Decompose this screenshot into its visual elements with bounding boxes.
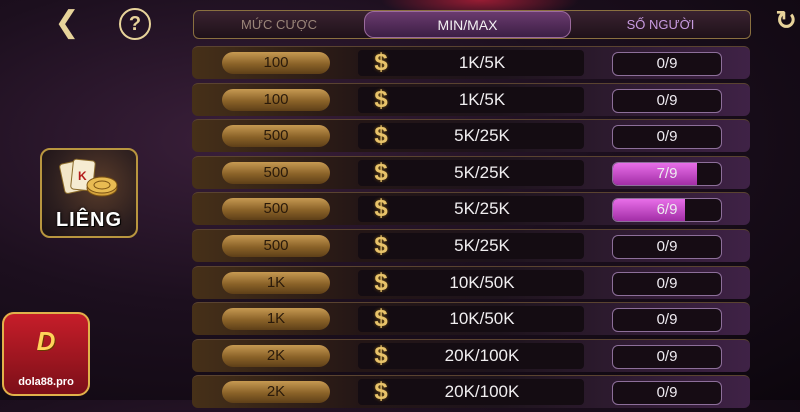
room-row[interactable]: 100 $ 1K/5K 0/9 (192, 82, 750, 116)
dollar-icon: $ (374, 231, 388, 259)
room-list: 100 $ 1K/5K 0/9 100 $ 1K/5K 0/9 500 $ 5K… (192, 46, 750, 412)
brand-logo: D dola88.pro (2, 312, 90, 396)
bet-amount: 500 (222, 234, 330, 257)
player-count: 0/9 (612, 125, 722, 150)
min-max-range: 1K/5K (458, 53, 506, 72)
dollar-icon: $ (374, 341, 388, 369)
chevron-left-icon: ❮ (54, 5, 80, 40)
bet-amount: 100 (222, 52, 330, 74)
room-row[interactable]: 500 $ 5K/25K 6/9 (192, 192, 750, 226)
bet-amount: 2K (222, 344, 330, 367)
player-count: 0/9 (612, 88, 722, 113)
bet-amount: 2K (222, 381, 330, 404)
player-count-text: 7/9 (656, 164, 678, 182)
player-count-text: 0/9 (656, 91, 678, 109)
player-count: 0/9 (612, 344, 722, 369)
room-row[interactable]: 100 $ 1K/5K 0/9 (192, 46, 750, 79)
room-row[interactable]: 500 $ 5K/25K 0/9 (192, 119, 750, 153)
dollar-icon: $ (374, 268, 388, 296)
dollar-icon: $ (374, 49, 388, 76)
table-header: MỨC CƯỢC MIN/MAX SỐ NGƯỜI (193, 10, 751, 39)
dollar-icon: $ (374, 158, 388, 186)
min-max-range: 5K/25K (454, 199, 510, 219)
game-icon-lieng[interactable]: K LIÊNG (40, 148, 138, 238)
svg-text:K: K (78, 169, 87, 183)
player-count: 0/9 (612, 308, 722, 333)
player-count-text: 0/9 (656, 237, 678, 255)
player-count-text: 0/9 (656, 274, 678, 292)
refresh-button[interactable]: ↻ (772, 6, 800, 36)
player-count: 0/9 (612, 52, 722, 76)
header-minmax[interactable]: MIN/MAX (364, 11, 571, 38)
min-max-range: 1K/5K (458, 89, 506, 109)
room-row[interactable]: 1K $ 10K/50K 0/9 (192, 265, 750, 299)
room-row[interactable]: 2K $ 20K/100K 0/9 (192, 375, 750, 409)
player-count: 0/9 (612, 234, 722, 259)
player-count: 6/9 (612, 198, 722, 223)
player-count-text: 0/9 (656, 311, 678, 329)
room-row[interactable]: 500 $ 5K/25K 0/9 (192, 228, 750, 262)
player-count-text: 0/9 (656, 55, 678, 72)
bet-amount: 500 (222, 125, 330, 148)
player-count: 0/9 (612, 381, 722, 406)
logo-mark: D (36, 326, 56, 356)
player-count-text: 0/9 (656, 384, 678, 402)
min-max-range: 5K/25K (454, 126, 510, 146)
room-row[interactable]: 2K $ 20K/100K 0/9 (192, 338, 750, 372)
bet-amount: 100 (222, 88, 330, 111)
dollar-icon: $ (374, 305, 388, 333)
min-max-range: 20K/100K (444, 382, 520, 402)
back-button[interactable]: ❮ (52, 8, 82, 38)
bet-amount: 500 (222, 198, 330, 221)
min-max-range: 5K/25K (454, 162, 510, 182)
bet-amount: 1K (222, 308, 330, 331)
player-count: 0/9 (612, 271, 722, 296)
bet-amount: 1K (222, 271, 330, 294)
player-count: 7/9 (612, 161, 722, 186)
dollar-icon: $ (374, 85, 388, 113)
header-bet[interactable]: MỨC CƯỢC (194, 11, 364, 38)
min-max-range: 20K/100K (444, 345, 520, 365)
room-row[interactable]: 500 $ 5K/25K 7/9 (192, 155, 750, 189)
cards-chips-art: K (59, 158, 118, 197)
player-count-text: 0/9 (656, 347, 678, 365)
min-max-range: 10K/50K (449, 309, 515, 329)
player-count-text: 0/9 (656, 128, 678, 146)
min-max-range: 10K/50K (449, 272, 515, 292)
player-count-text: 6/9 (656, 201, 678, 219)
dollar-icon: $ (374, 122, 388, 150)
header-players[interactable]: SỐ NGƯỜI (571, 11, 750, 38)
help-button[interactable]: ? (119, 8, 151, 40)
bet-amount: 500 (222, 161, 330, 184)
dollar-icon: $ (374, 195, 388, 223)
dollar-icon: $ (374, 378, 388, 406)
room-row[interactable]: 1K $ 10K/50K 0/9 (192, 302, 750, 336)
refresh-icon: ↻ (775, 6, 797, 36)
question-icon: ? (128, 13, 142, 35)
logo-url: dola88.pro (18, 376, 74, 388)
game-name: LIÊNG (55, 209, 123, 231)
min-max-range: 5K/25K (454, 235, 510, 255)
